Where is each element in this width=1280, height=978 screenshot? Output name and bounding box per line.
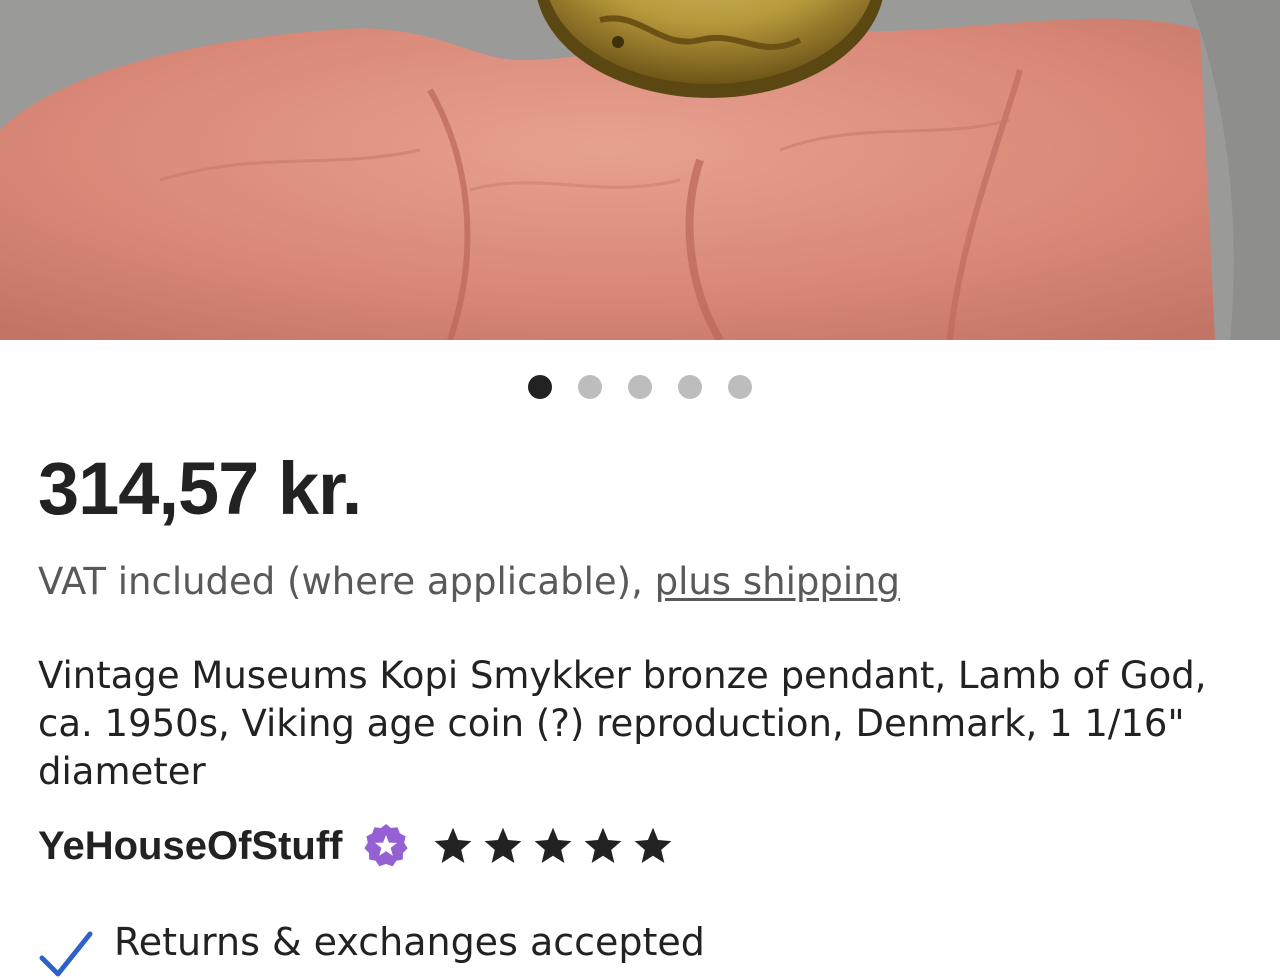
star-icon bbox=[635, 827, 672, 863]
product-image[interactable] bbox=[0, 0, 1280, 340]
star-icon bbox=[435, 827, 472, 863]
plus-shipping-link[interactable]: plus shipping bbox=[655, 560, 900, 603]
star-icon bbox=[485, 827, 522, 863]
star-icon bbox=[535, 827, 572, 863]
checkmark-icon bbox=[39, 931, 93, 977]
carousel-dot[interactable] bbox=[528, 375, 552, 399]
carousel-pagination bbox=[0, 375, 1280, 399]
returns-label: Returns & exchanges accepted bbox=[114, 920, 705, 964]
carousel-dot[interactable] bbox=[728, 375, 752, 399]
returns-feature: Returns & exchanges accepted bbox=[38, 920, 705, 978]
vat-note: VAT included (where applicable), plus sh… bbox=[38, 560, 900, 603]
listing-title: Vintage Museums Kopi Smykker bronze pend… bbox=[38, 654, 1207, 793]
product-photo-hand-holding-bronze-pendant bbox=[0, 0, 1280, 340]
carousel-dot[interactable] bbox=[678, 375, 702, 399]
price: 314,57 kr. bbox=[38, 447, 362, 530]
shop-name[interactable]: YeHouseOfStuff bbox=[38, 824, 342, 869]
star-seller-badge-icon bbox=[364, 824, 409, 867]
carousel-dot[interactable] bbox=[578, 375, 602, 399]
rating-stars bbox=[432, 825, 674, 867]
vat-text: VAT included (where applicable), bbox=[38, 560, 655, 603]
star-icon bbox=[585, 827, 622, 863]
shop-info: YeHouseOfStuff bbox=[38, 822, 674, 870]
carousel-dot[interactable] bbox=[628, 375, 652, 399]
